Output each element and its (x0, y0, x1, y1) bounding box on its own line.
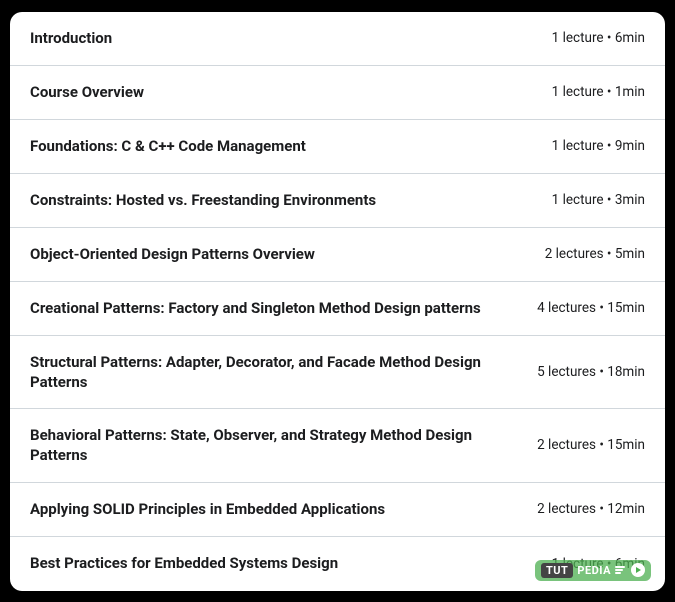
section-meta: 2 lectures • 12min (537, 501, 645, 517)
section-meta: 1 lecture • 9min (552, 138, 645, 154)
section-row[interactable]: Foundations: C & C++ Code Management1 le… (10, 120, 665, 174)
section-title: Object-Oriented Design Patterns Overview (30, 244, 545, 264)
section-title: Introduction (30, 28, 552, 48)
section-row[interactable]: Applying SOLID Principles in Embedded Ap… (10, 483, 665, 537)
section-title: Best Practices for Embedded Systems Desi… (30, 553, 552, 573)
section-title: Foundations: C & C++ Code Management (30, 136, 552, 156)
section-title: Constraints: Hosted vs. Freestanding Env… (30, 190, 552, 210)
section-title: Creational Patterns: Factory and Singlet… (30, 298, 537, 318)
watermark-play-icon (631, 563, 645, 577)
section-title: Behavioral Patterns: State, Observer, an… (30, 425, 537, 466)
section-row[interactable]: Creational Patterns: Factory and Singlet… (10, 282, 665, 336)
course-sections-panel: Introduction1 lecture • 6minCourse Overv… (10, 12, 665, 591)
watermark-part1: TUT (541, 563, 573, 578)
section-meta: 4 lectures • 15min (537, 300, 645, 316)
section-row[interactable]: Constraints: Hosted vs. Freestanding Env… (10, 174, 665, 228)
section-meta: 1 lecture • 6min (552, 30, 645, 46)
section-row[interactable]: Structural Patterns: Adapter, Decorator,… (10, 336, 665, 410)
section-row[interactable]: Behavioral Patterns: State, Observer, an… (10, 409, 665, 483)
section-row[interactable]: Course Overview1 lecture • 1min (10, 66, 665, 120)
section-row[interactable]: Object-Oriented Design Patterns Overview… (10, 228, 665, 282)
sections-list: Introduction1 lecture • 6minCourse Overv… (10, 12, 665, 591)
section-meta: 2 lectures • 15min (537, 437, 645, 453)
watermark-badge: TUT PEDIA (535, 560, 651, 581)
section-title: Structural Patterns: Adapter, Decorator,… (30, 352, 537, 393)
section-meta: 5 lectures • 18min (537, 364, 645, 380)
watermark-lines-icon (615, 566, 625, 574)
section-row[interactable]: Introduction1 lecture • 6min (10, 12, 665, 66)
section-title: Course Overview (30, 82, 552, 102)
section-meta: 1 lecture • 3min (552, 192, 645, 208)
section-title: Applying SOLID Principles in Embedded Ap… (30, 499, 537, 519)
section-meta: 2 lectures • 5min (545, 246, 645, 262)
section-meta: 1 lecture • 1min (552, 84, 645, 100)
watermark-part2: PEDIA (577, 564, 611, 577)
